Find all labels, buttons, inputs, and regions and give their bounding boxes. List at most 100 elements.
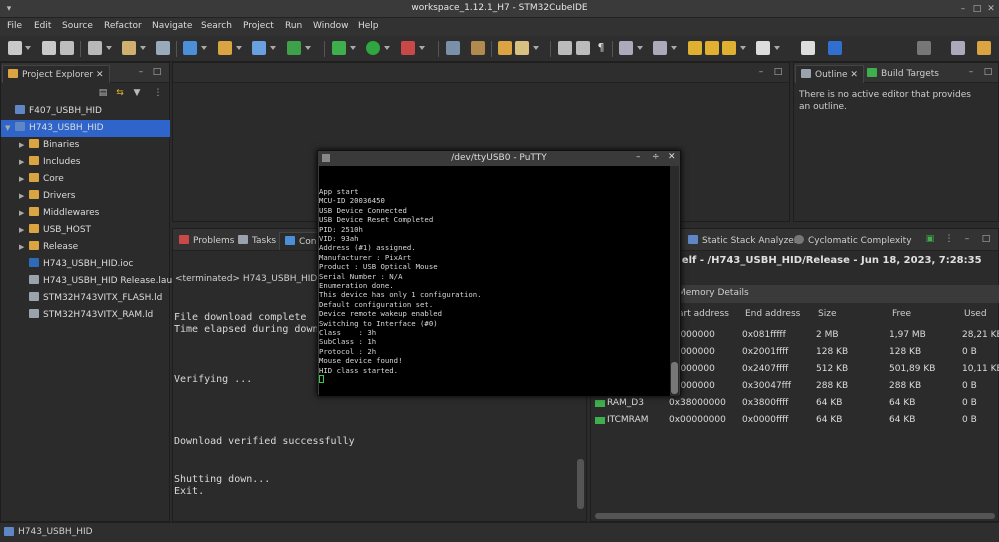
tree-item[interactable]: ▶ Core	[19, 171, 64, 188]
minimize-editor-icon[interactable]: –	[756, 67, 766, 77]
menu-window[interactable]: Window	[313, 21, 349, 31]
run-icon[interactable]	[366, 41, 380, 55]
cpp-perspective-icon[interactable]	[977, 41, 991, 55]
build-hammer-icon[interactable]	[122, 41, 136, 55]
menu-edit[interactable]: Edit	[34, 21, 51, 31]
new-dropdown-icon[interactable]	[25, 46, 31, 50]
build-dropdown-icon[interactable]	[140, 46, 146, 50]
putty-terminal[interactable]: App start MCU-ID 20036450 USB Device Conne…	[319, 166, 671, 396]
col-header-start[interactable]: art address	[678, 309, 729, 319]
menu-navigate[interactable]: Navigate	[152, 21, 192, 31]
maximize-panel-icon[interactable]: □	[152, 67, 162, 77]
show-whitespace-icon[interactable]: ¶	[594, 41, 608, 55]
tree-item[interactable]: ▶ USB_HOST	[19, 222, 91, 239]
run-dropdown-icon[interactable]	[384, 46, 390, 50]
menu-refactor[interactable]: Refactor	[104, 21, 142, 31]
chevron-right-icon[interactable]: ▶	[19, 205, 29, 222]
tree-item[interactable]: F407_USBH_HID	[5, 103, 102, 120]
debug-icon[interactable]	[332, 41, 346, 55]
tab-build-targets[interactable]: Build Targets	[862, 65, 944, 83]
tab-outline[interactable]: Outline ✕	[795, 65, 864, 83]
external-tools-dropdown-icon[interactable]	[419, 46, 425, 50]
new-source-dropdown-icon[interactable]	[270, 46, 276, 50]
brush-icon[interactable]	[515, 41, 529, 55]
tree-item[interactable]: ▶ Release	[19, 239, 78, 256]
tree-item[interactable]: ▶ Includes	[19, 154, 80, 171]
open-type-icon[interactable]	[498, 41, 512, 55]
block-select-icon[interactable]	[576, 41, 590, 55]
open-folder-icon[interactable]	[218, 41, 232, 55]
putty-minimize-button[interactable]: –	[636, 152, 641, 162]
search-icon[interactable]	[917, 41, 931, 55]
collapse-all-icon[interactable]: ▤	[98, 88, 108, 98]
build-config-dropdown-icon[interactable]	[106, 46, 112, 50]
chevron-down-icon[interactable]: ▼	[5, 120, 15, 137]
putty-restore-button[interactable]: ÷	[652, 152, 660, 162]
last-edit-icon[interactable]	[688, 41, 702, 55]
analyzer-view-menu-icon[interactable]: ⋮	[944, 234, 954, 244]
tab-cyclomatic-complexity[interactable]: Cyclomatic Complexity	[789, 232, 917, 250]
analyzer-h-scrollbar[interactable]	[595, 513, 995, 519]
external-tools-icon[interactable]	[401, 41, 415, 55]
debug-dropdown-icon[interactable]	[350, 46, 356, 50]
putty-scrollbar[interactable]	[670, 166, 679, 396]
minimize-panel-icon[interactable]: –	[136, 67, 146, 77]
view-menu-icon[interactable]: ⋮	[153, 88, 163, 98]
tree-item[interactable]: ▼ H743_USBH_HID	[1, 120, 170, 137]
back-history-dropdown-icon[interactable]	[740, 46, 746, 50]
debug-config-icon[interactable]	[183, 41, 197, 55]
app-menu-icon[interactable]: ▾	[3, 3, 15, 15]
pin-view-icon[interactable]: ▣	[925, 234, 935, 244]
brush-dropdown-icon[interactable]	[533, 46, 539, 50]
filter-icon[interactable]: ▼	[132, 88, 142, 98]
save-all-icon[interactable]	[60, 41, 74, 55]
col-header-free[interactable]: Free	[892, 309, 911, 319]
minimize-button[interactable]: –	[957, 3, 969, 15]
toggle-mark-icon[interactable]	[558, 41, 572, 55]
maximize-analyzer-icon[interactable]: □	[981, 234, 991, 244]
save-icon[interactable]	[42, 41, 56, 55]
tree-item[interactable]: H743_USBH_HID Release.launch	[29, 273, 189, 290]
putty-menu-icon[interactable]	[322, 154, 330, 162]
new-source-icon[interactable]	[252, 41, 266, 55]
tree-item[interactable]: STM32H743VITX_RAM.ld	[29, 307, 153, 324]
chevron-right-icon[interactable]: ▶	[19, 171, 29, 188]
close-button[interactable]: ✕	[985, 3, 997, 15]
memory-details-tab[interactable]: Memory Details	[678, 288, 749, 298]
menu-help[interactable]: Help	[358, 21, 379, 31]
pin-editor-icon[interactable]	[801, 41, 815, 55]
prev-annotation-icon[interactable]	[653, 41, 667, 55]
next-annotation-icon[interactable]	[619, 41, 633, 55]
skip-breakpoints-icon[interactable]	[446, 41, 460, 55]
terminate-icon[interactable]	[471, 41, 485, 55]
console-scrollbar[interactable]	[577, 459, 584, 509]
putty-scroll-thumb[interactable]	[671, 362, 678, 394]
chevron-right-icon[interactable]: ▶	[19, 154, 29, 171]
forward-dropdown-icon[interactable]	[774, 46, 780, 50]
minimize-analyzer-icon[interactable]: –	[962, 234, 972, 244]
next-annotation-dropdown-icon[interactable]	[637, 46, 643, 50]
tab-project-explorer[interactable]: Project Explorer ✕	[2, 65, 110, 83]
menu-file[interactable]: File	[7, 21, 22, 31]
forward-arrow-icon[interactable]	[756, 41, 770, 55]
open-perspective-icon[interactable]	[951, 41, 965, 55]
col-header-end[interactable]: End address	[745, 309, 800, 319]
maximize-button[interactable]: □	[971, 3, 983, 15]
menu-project[interactable]: Project	[243, 21, 274, 31]
back-arrow-icon[interactable]	[705, 41, 719, 55]
link-editor-icon[interactable]: ⇆	[115, 88, 125, 98]
chevron-right-icon[interactable]: ▶	[19, 137, 29, 154]
putty-close-button[interactable]: ✕	[668, 152, 676, 162]
open-folder-dropdown-icon[interactable]	[236, 46, 242, 50]
refresh-dropdown-icon[interactable]	[305, 46, 311, 50]
tree-item[interactable]: STM32H743VITX_FLASH.ld	[29, 290, 162, 307]
tree-item[interactable]: ▶ Binaries	[19, 137, 79, 154]
minimize-outline-icon[interactable]: –	[966, 67, 976, 77]
maximize-editor-icon[interactable]: □	[773, 67, 783, 77]
chevron-right-icon[interactable]: ▶	[19, 239, 29, 256]
device-config-icon[interactable]	[156, 41, 170, 55]
col-header-size[interactable]: Size	[818, 309, 836, 319]
back-history-icon[interactable]	[722, 41, 736, 55]
refresh-icon[interactable]	[287, 41, 301, 55]
tab-static-stack-analyzer[interactable]: Static Stack Analyzer	[683, 232, 803, 250]
